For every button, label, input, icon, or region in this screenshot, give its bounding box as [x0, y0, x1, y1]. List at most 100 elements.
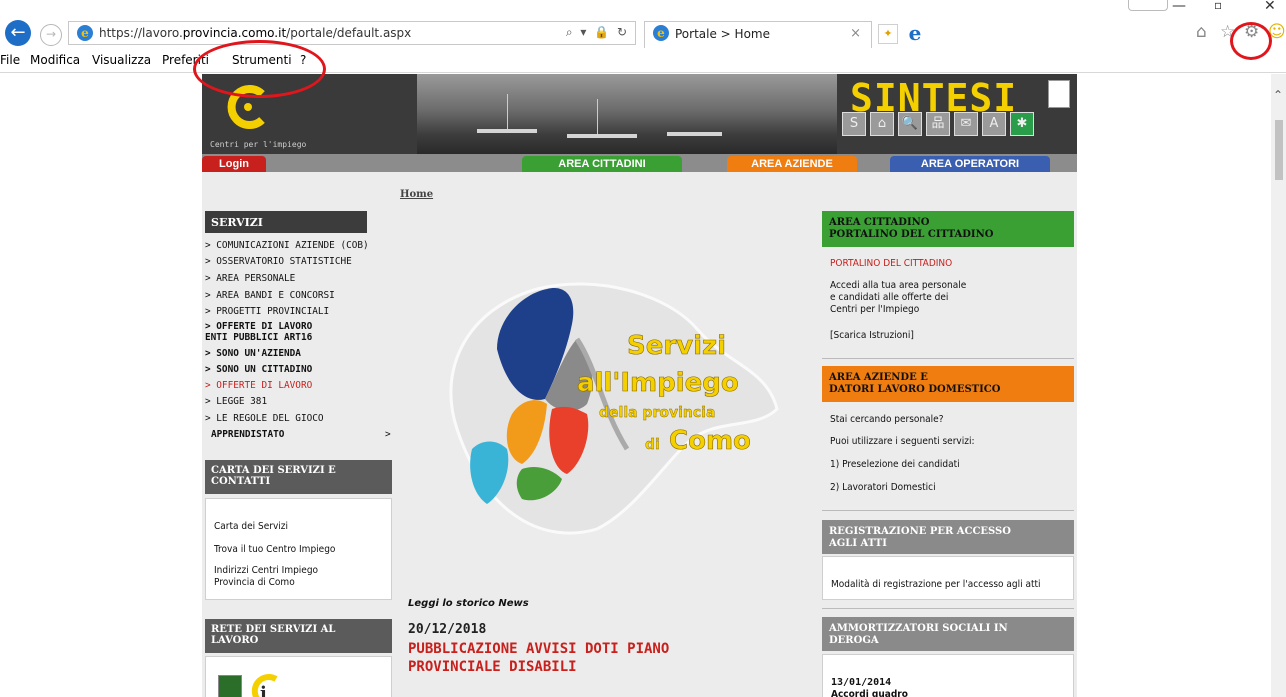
annotation-circle-strumenti	[193, 40, 326, 98]
ammortizzatori-title-2: DEROGA	[829, 635, 879, 646]
lavoratori-domestici-link[interactable]: 2) Lavoratori Domestici	[830, 482, 936, 494]
font-size-icon[interactable]: A	[982, 112, 1006, 136]
lake-photo	[417, 74, 837, 154]
close-window-icon[interactable]: ✕	[1264, 0, 1276, 14]
servizi-item-offerte-enti-2[interactable]: ENTI PUBBLICI ART16	[205, 332, 312, 343]
window-badge	[1128, 0, 1168, 11]
logo-caption: Centri per l'impiego	[210, 140, 307, 149]
divider	[822, 510, 1074, 511]
servizi-item-area-personale[interactable]: > AREA PERSONALE	[205, 273, 295, 284]
forward-arrow-icon[interactable]: →	[40, 24, 62, 46]
edge-icon[interactable]: e	[904, 22, 926, 44]
servizi-item-offerte-enti[interactable]: > OFFERTE DI LAVORO	[205, 321, 312, 332]
servizi-item-cob[interactable]: > COMUNICAZIONI AZIENDE (COB)	[205, 240, 369, 251]
servizi-item-bandi[interactable]: > AREA BANDI E CONCORSI	[205, 290, 335, 301]
como-province-map: Servizi all'Impiego della provincia di C…	[449, 282, 779, 535]
home-icon[interactable]: ⌂	[870, 112, 894, 136]
servizi-item-osservatorio[interactable]: > OSSERVATORIO STATISTICHE	[205, 256, 352, 267]
address-tools-icons[interactable]: ⌕ ▾ 🔒 ↻	[566, 25, 629, 40]
news-title-link[interactable]: PUBBLICAZIONE AVVISI DOTI PIANO PROVINCI…	[408, 640, 808, 676]
scroll-thumb[interactable]	[1275, 120, 1283, 180]
ammortizzatori-date: 13/01/2014	[831, 677, 892, 688]
minimize-icon[interactable]: —	[1172, 0, 1186, 14]
restore-icon[interactable]: ▫	[1214, 0, 1222, 12]
aziende-title-1: AREA AZIENDE E	[829, 372, 928, 383]
rete-servizi-header: RETE DEI SERVIZI AL LAVORO	[205, 619, 392, 653]
url-text[interactable]: https://lavoro.provincia.como.it/portale…	[99, 26, 411, 40]
servizi-item-legge381[interactable]: > LEGGE 381	[205, 396, 267, 407]
servizi-item-offerte[interactable]: > OFFERTE DI LAVORO	[205, 380, 312, 391]
tab-area-aziende[interactable]: AREA AZIENDE	[727, 156, 857, 172]
cittadino-title-1: AREA CITTADINO	[829, 217, 930, 228]
tab-area-operatori[interactable]: AREA OPERATORI	[890, 156, 1050, 172]
registrazione-title-1: REGISTRAZIONE PER ACCESSO	[829, 526, 1011, 537]
servizi-item-azienda[interactable]: > SONO UN'AZIENDA	[205, 348, 301, 359]
accessibility-icon[interactable]: ✱	[1010, 112, 1034, 136]
crest-icon	[1048, 80, 1070, 108]
rete-title-2: LAVORO	[211, 635, 259, 646]
registrazione-box: Modalità di registrazione per l'accesso …	[822, 556, 1074, 600]
address-bar[interactable]: e https://lavoro.provincia.como.it/porta…	[68, 21, 636, 45]
link-carta-servizi[interactable]: Carta dei Servizi	[214, 521, 288, 533]
nav-bar: Login AREA CITTADINI AREA AZIENDE AREA O…	[202, 154, 1077, 172]
link-indirizzi-centri[interactable]: Indirizzi Centri Impiego	[214, 565, 318, 577]
menu-visualizza[interactable]: Visualizza	[92, 53, 151, 67]
portalino-link[interactable]: PORTALINO DEL CITTADINO	[830, 258, 952, 270]
boat	[667, 132, 722, 136]
hero-line-4-como: Como	[669, 426, 751, 456]
annotation-circle-gear	[1230, 22, 1272, 60]
home-icon[interactable]: ⌂	[1196, 22, 1207, 42]
link-trova-centro[interactable]: Trova il tuo Centro Impiego	[214, 544, 335, 556]
registrazione-header: REGISTRAZIONE PER ACCESSO AGLI ATTI	[822, 520, 1074, 554]
ammortizzatori-title-1: AMMORTIZZATORI SOCIALI IN	[829, 623, 1008, 634]
servizi-item-progetti[interactable]: > PROGETTI PROVINCIALI	[205, 306, 329, 317]
aziende-text-2: Puoi utilizzare i seguenti servizi:	[830, 436, 975, 447]
accordi-quadro-link[interactable]: Accordi quadro	[831, 689, 908, 697]
hero-line-2: all'Impiego	[577, 368, 739, 398]
preselezione-link[interactable]: 1) Preselezione dei candidati	[830, 459, 960, 471]
sitemap-icon[interactable]: 品	[926, 112, 950, 136]
boat	[567, 134, 637, 138]
hero-line-3: della provincia	[599, 405, 715, 421]
ammortizzatori-box: 13/01/2014 Accordi quadro	[822, 654, 1074, 697]
news-title-line-1[interactable]: PUBBLICAZIONE AVVISI DOTI PIANO	[408, 640, 808, 658]
divider	[822, 358, 1074, 359]
servizi-item-regole[interactable]: > LE REGOLE DEL GIOCO	[205, 413, 324, 424]
area-aziende-header: AREA AZIENDE E DATORI LAVORO DOMESTICO	[822, 366, 1074, 402]
mail-icon[interactable]: ✉	[954, 112, 978, 136]
cittadino-title-2: PORTALINO DEL CITTADINO	[829, 229, 994, 240]
cittadino-text-1: Accedi alla tua area personale	[830, 280, 967, 291]
menu-file[interactable]: File	[0, 53, 20, 67]
login-button[interactable]: Login	[202, 156, 266, 172]
back-arrow-icon[interactable]: ←	[5, 20, 31, 46]
area-cittadino-header: AREA CITTADINO PORTALINO DEL CITTADINO	[822, 211, 1074, 247]
boat	[477, 129, 537, 133]
tab-title: Portale > Home	[675, 27, 770, 41]
tab-area-cittadini[interactable]: AREA CITTADINI	[522, 156, 682, 172]
apprendistato-arrow-icon[interactable]: >	[385, 429, 391, 440]
news-date: 20/12/2018	[408, 622, 487, 637]
tab-close-icon[interactable]: ×	[850, 26, 861, 41]
new-tab-icon[interactable]: ✦	[878, 24, 898, 44]
rete-logo-icon[interactable]: i	[244, 669, 284, 697]
browser-chrome: ← → e https://lavoro.provincia.como.it/p…	[0, 0, 1286, 73]
boat-mast	[597, 99, 598, 134]
news-archive-link[interactable]: Leggi lo storico News	[408, 598, 529, 609]
page-scrollbar[interactable]: ⌃	[1271, 74, 1286, 697]
servizi-item-cittadino[interactable]: > SONO UN CITTADINO	[205, 364, 312, 375]
sintesi-s-icon[interactable]: S	[842, 112, 866, 136]
rete-crest-icon	[218, 675, 242, 697]
ammortizzatori-header: AMMORTIZZATORI SOCIALI IN DEROGA	[822, 617, 1074, 651]
breadcrumb-home[interactable]: Home	[400, 189, 433, 200]
registrazione-title-2: AGLI ATTI	[829, 538, 887, 549]
servizi-item-apprendistato[interactable]: APPRENDISTATO	[211, 429, 284, 440]
link-indirizzi-centri-2[interactable]: Provincia di Como	[214, 577, 295, 589]
search-document-icon[interactable]: 🔍	[898, 112, 922, 136]
scarica-istruzioni-link[interactable]: [Scarica Istruzioni]	[830, 330, 914, 342]
tab-portale-home[interactable]: e Portale > Home ×	[644, 21, 872, 48]
menu-modifica[interactable]: Modifica	[30, 53, 80, 67]
registrazione-link[interactable]: Modalità di registrazione per l'accesso …	[831, 579, 1041, 591]
scroll-up-icon[interactable]: ⌃	[1273, 88, 1283, 102]
news-title-line-2[interactable]: PROVINCIALE DISABILI	[408, 658, 808, 676]
divider	[822, 608, 1074, 609]
